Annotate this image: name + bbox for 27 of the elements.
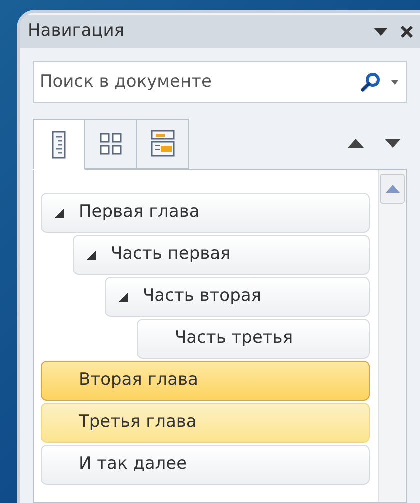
results-icon bbox=[150, 130, 174, 158]
pane-title: Навигация bbox=[28, 20, 124, 43]
expanded-icon[interactable] bbox=[119, 292, 128, 302]
heading-item[interactable]: И так далее bbox=[41, 445, 370, 485]
dropdown-icon[interactable] bbox=[374, 28, 388, 36]
previous-icon[interactable] bbox=[348, 139, 364, 148]
heading-item[interactable]: Часть первая bbox=[73, 235, 370, 275]
thumbnails-icon bbox=[100, 133, 122, 155]
scrollbar[interactable] bbox=[378, 170, 406, 502]
up-icon bbox=[386, 185, 400, 193]
document-outline-icon bbox=[52, 130, 66, 158]
tab[interactable] bbox=[33, 119, 85, 170]
heading-item[interactable]: Часть вторая bbox=[105, 277, 370, 317]
scroll-up-button[interactable] bbox=[380, 174, 405, 204]
expanded-icon[interactable] bbox=[87, 250, 96, 260]
next-icon[interactable] bbox=[385, 139, 401, 148]
dropdown-icon[interactable] bbox=[391, 80, 399, 84]
heading-item[interactable]: Вторая глава bbox=[41, 361, 370, 401]
search-field[interactable]: Поиск в документе bbox=[33, 61, 407, 103]
heading-item[interactable]: Третья глава bbox=[41, 403, 370, 443]
expanded-icon[interactable] bbox=[55, 208, 64, 218]
tab[interactable] bbox=[137, 119, 189, 169]
search-icon[interactable] bbox=[361, 72, 381, 92]
tab[interactable] bbox=[85, 119, 137, 169]
close-icon[interactable] bbox=[400, 24, 414, 38]
heading-item[interactable]: Часть третья bbox=[137, 319, 370, 359]
heading-item[interactable]: Первая глава bbox=[41, 193, 370, 233]
